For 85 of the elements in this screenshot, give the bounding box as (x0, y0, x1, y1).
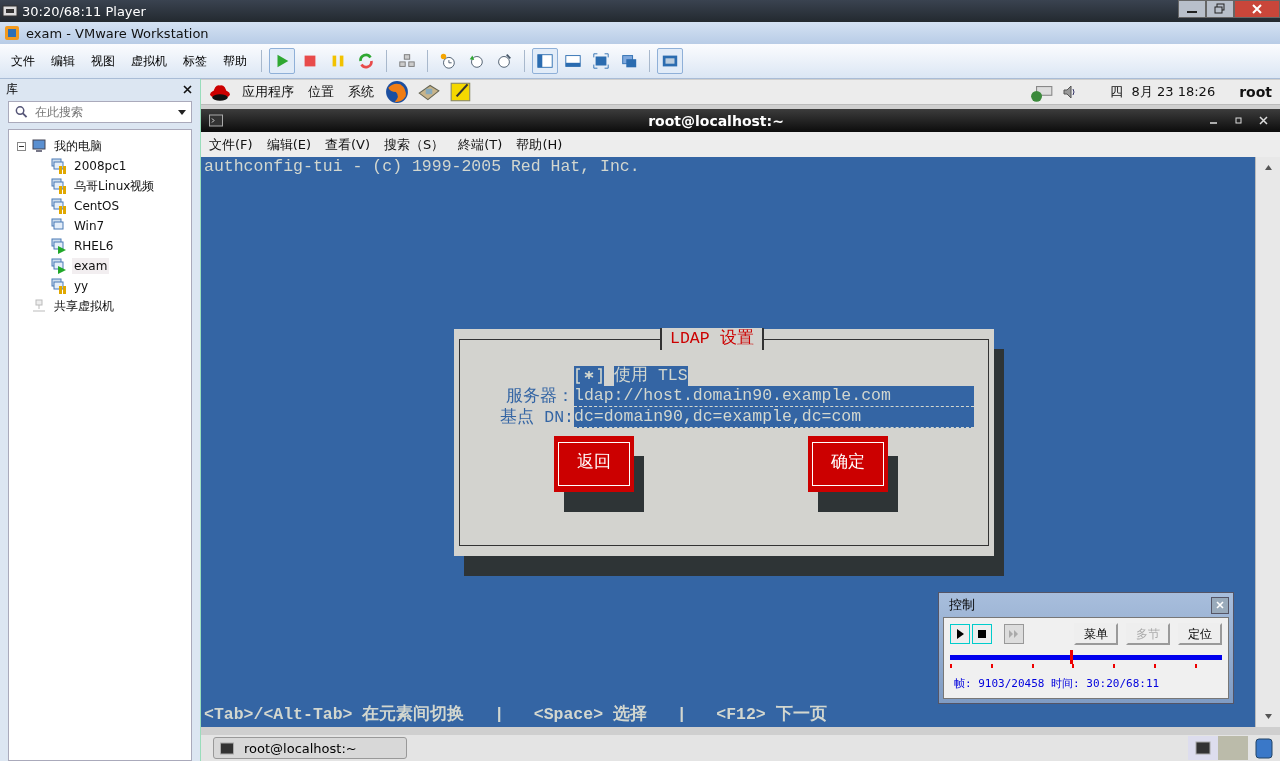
player-title: 30:20/68:11 Player (22, 3, 146, 19)
tree-item[interactable]: yy (72, 278, 91, 294)
control-button[interactable]: 定位 (1178, 623, 1222, 645)
terminal-icon (220, 741, 234, 755)
dropdown-icon[interactable] (178, 110, 186, 115)
tree-item[interactable]: 乌哥Linux视频 (72, 176, 157, 196)
input-field[interactable]: dc=domain90,dc=example,dc=com (574, 407, 974, 428)
collapse-toggle-icon[interactable] (17, 141, 26, 151)
input-field[interactable]: ldap://host.domain90.example.com (574, 386, 974, 407)
menu-item[interactable]: 文件 (4, 52, 42, 70)
restore-icon[interactable] (1206, 0, 1234, 18)
terminal-menu-item[interactable]: 查看(V) (325, 135, 371, 154)
panel-menu[interactable]: 系统 (345, 83, 377, 101)
menu-item[interactable]: 编辑 (44, 52, 82, 70)
unity-icon[interactable] (620, 52, 638, 70)
trash-icon[interactable] (1254, 737, 1274, 759)
app-icon (4, 25, 20, 41)
terminal-menu-item[interactable]: 帮助(H) (516, 135, 563, 154)
stop-icon[interactable] (972, 624, 992, 644)
vm-icon (51, 278, 67, 294)
vm-icon (51, 158, 67, 174)
tree-item[interactable]: RHEL6 (72, 238, 116, 254)
tls-checkbox[interactable] (574, 366, 604, 386)
notepad-icon[interactable] (449, 80, 473, 104)
panel-menu[interactable]: 位置 (305, 83, 337, 101)
terminal-menu-item[interactable]: 文件(F) (209, 135, 253, 154)
vm-icon (51, 178, 67, 194)
reset-icon[interactable] (357, 52, 375, 70)
control-button[interactable]: 菜单 (1074, 623, 1118, 645)
panel-menu[interactable]: 应用程序 (239, 83, 297, 101)
header-text: authconfig-tui - (c) 1999-2005 Red Hat, Inc. (204, 157, 640, 177)
help-line: <Tab>/<Alt-Tab> 在元素间切换 | <Space> 选择 | <F12> 下一页 (204, 705, 827, 725)
play-icon[interactable] (950, 624, 970, 644)
snapshot-icon[interactable] (439, 52, 457, 70)
playback-status: 帧: 9103/20458 时间: 30:20/68:11 (953, 676, 1161, 691)
menu-item[interactable]: 虚拟机 (124, 52, 174, 70)
vm-icon (51, 238, 67, 254)
user-name[interactable]: root (1239, 84, 1272, 100)
window-title: exam - VMware Workstation (26, 25, 209, 41)
close-icon[interactable] (1211, 596, 1229, 614)
terminal-menu-item[interactable]: 終端(T) (458, 135, 503, 154)
tree-item[interactable]: CentOS (72, 198, 122, 214)
timeline-position[interactable] (1069, 650, 1073, 664)
tree-item[interactable]: 共享虚拟机 (52, 296, 116, 316)
search-icon (14, 105, 28, 118)
shared-network-icon (31, 298, 47, 314)
dialog-title: LDAP 设置 (660, 328, 764, 350)
browser-globe-icon[interactable] (385, 80, 409, 104)
computer-icon (31, 138, 47, 154)
taskbar-window-button[interactable]: root@localhost:~ (213, 737, 407, 759)
scroll-down-icon[interactable] (1263, 712, 1273, 721)
menu-item[interactable]: 视图 (84, 52, 122, 70)
tls-label: 使用 TLS (614, 366, 688, 386)
tree-item[interactable]: exam (72, 258, 110, 274)
search-field[interactable]: 在此搜索 (8, 101, 192, 123)
snapshot-manager-icon[interactable] (495, 52, 513, 70)
tree-item[interactable]: 2008pc1 (72, 158, 129, 174)
player-icon (2, 3, 18, 19)
vm-icon (51, 198, 67, 214)
terminal-menu-item[interactable]: 编辑(E) (266, 135, 311, 154)
clock[interactable]: 四 8月 23 18:26 (1110, 83, 1216, 101)
control-title: 控制 (949, 596, 975, 614)
workspace-switcher-icon[interactable] (1188, 736, 1248, 760)
quick-switch-icon[interactable] (564, 52, 582, 70)
menu-item[interactable]: 标签 (176, 52, 214, 70)
scroll-up-icon[interactable] (1263, 163, 1273, 172)
network-icon[interactable] (398, 52, 416, 70)
menu-item[interactable]: 帮助 (216, 52, 254, 70)
terminal-icon (209, 114, 223, 127)
field-label: 基点 DN: (499, 407, 574, 428)
tree-item[interactable]: 我的电脑 (52, 136, 104, 156)
vm-icon (51, 258, 67, 274)
field-label: 服务器： (505, 386, 574, 407)
maximize-icon[interactable] (1234, 116, 1243, 125)
full-screen-icon[interactable] (592, 52, 610, 70)
terminal-menu-item[interactable]: 搜索（S） (384, 135, 445, 154)
dialog-button[interactable]: 返回 (554, 436, 634, 492)
dialog-button[interactable]: 确定 (808, 436, 888, 492)
tree-item[interactable]: Win7 (72, 218, 107, 234)
library-title: 库 (6, 80, 18, 98)
scrollbar[interactable] (1255, 157, 1280, 727)
sidebar-view-icon[interactable] (536, 52, 554, 70)
minimize-icon[interactable] (1178, 0, 1206, 18)
close-icon[interactable] (183, 84, 192, 94)
terminal-title: root@localhost:~ (647, 112, 785, 129)
